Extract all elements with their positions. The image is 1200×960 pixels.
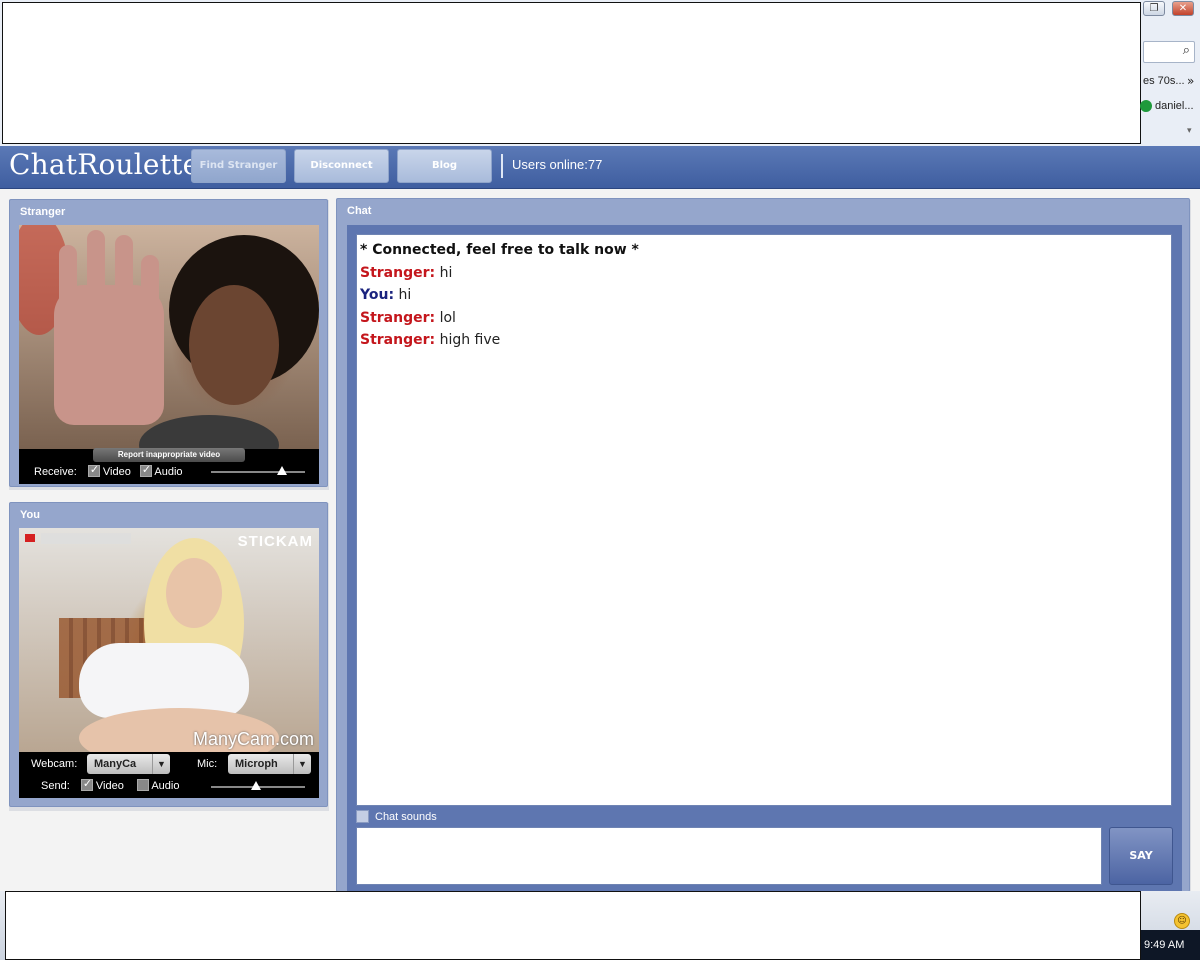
report-inappropriate-button[interactable]: Report inappropriate video [93,448,245,462]
receive-audio-label: Audio [154,466,183,478]
chat-sounds-label: Chat sounds [375,810,437,823]
flag-icon [25,534,35,542]
chevron-down-icon[interactable]: ▼ [152,754,170,774]
receive-audio-checkbox[interactable] [139,463,152,477]
send-label: Send: [41,780,70,792]
stranger-panel: Stranger Report inappropriate video Rece… [9,199,328,487]
chat-message-text: hi [435,264,453,281]
chat-message-input[interactable] [356,827,1102,885]
chat-panel: Chat * Connected, feel free to talk now … [336,198,1190,892]
chat-sounds-checkbox[interactable] [356,810,369,823]
your-video: STICKAM ManyCam.com [19,528,319,752]
header-divider [501,154,503,178]
mic-label: Mic: [197,758,218,770]
mic-select[interactable]: Microph ▼ [228,754,311,774]
stranger-video [19,225,319,449]
chat-message: Stranger: high five [360,329,1168,352]
you-panel-title: You [20,509,40,521]
chat-message: You: hi [360,284,1168,307]
chat-message-sender: You: [360,287,395,303]
send-video-label: Video [95,780,124,792]
smiley-icon[interactable]: ☺ [1174,913,1190,929]
you-panel: You STICKAM ManyCam.com Webcam: ManyCa ▼… [9,502,328,807]
message-list: Stranger: hi You: hi Stranger: lol Stranger… [360,262,1168,352]
system-message: * Connected, feel free to talk now * [360,242,639,258]
chat-message-sender: Stranger: [360,332,436,348]
send-volume-thumb[interactable] [251,781,262,790]
restore-window-button[interactable]: ❐ [1143,1,1165,16]
users-online-count: Users online:77 [512,157,603,172]
browser-chrome-bottom: ☺ 9:49 AM [0,891,1200,960]
stranger-controls: Report inappropriate video Receive: Vide… [19,448,319,484]
chevron-down-icon[interactable]: ▾ [1187,126,1192,136]
close-window-button[interactable]: ✕ [1172,1,1194,16]
receive-volume-thumb[interactable] [276,466,287,475]
manycam-watermark: ManyCam.com [192,729,314,749]
site-logo[interactable]: ChatRoulette [9,148,199,181]
receive-label: Receive: [34,466,77,478]
send-audio-label: Audio [151,780,180,792]
user-label: daniel... [1155,100,1194,112]
browser-search-box[interactable]: ⌕ [1143,41,1195,63]
favorites-more-chevron[interactable]: » [1187,74,1194,88]
receive-video-checkbox[interactable] [87,463,100,477]
redacted-area-top [2,2,1141,144]
chevron-down-icon[interactable]: ▼ [293,754,311,774]
disconnect-button[interactable]: Disconnect [294,149,389,183]
user-status-icon [1140,100,1152,112]
chat-message: Stranger: lol [360,307,1168,330]
taskbar-clock: 9:49 AM [1141,930,1200,960]
browser-user-menu[interactable]: daniel... [1140,100,1194,112]
blog-button[interactable]: Blog [397,149,492,183]
receive-video-label: Video [102,466,131,478]
say-button[interactable]: SAY [1109,827,1173,885]
chat-message-sender: Stranger: [360,309,436,326]
stickam-watermark: STICKAM [237,533,313,550]
favorites-item[interactable]: es 70s... [1143,75,1185,87]
receive-volume-slider[interactable] [211,466,305,475]
chat-log[interactable]: * Connected, feel free to talk now * Str… [356,234,1172,806]
site-header: ChatRoulette Find Stranger Disconnect Bl… [0,146,1200,189]
send-video-checkbox[interactable] [80,777,93,791]
chat-message-text: hi [394,287,412,303]
send-volume-slider[interactable] [211,781,305,790]
chat-message: Stranger: hi [360,262,1168,285]
redacted-username [41,533,131,544]
clothing [79,643,249,718]
webcam-select-value: ManyCa [94,758,137,770]
find-stranger-button[interactable]: Find Stranger [191,149,286,183]
redacted-area-bottom [5,891,1141,960]
chat-message-text: lol [435,309,456,326]
stranger-panel-title: Stranger [20,206,66,218]
chat-message-text: high five [435,332,501,348]
search-icon[interactable]: ⌕ [1183,43,1190,58]
you-controls: Webcam: ManyCa ▼ Mic: Microph ▼ Send: Vi… [19,752,319,798]
chat-message-sender: Stranger: [360,264,436,281]
send-audio-checkbox[interactable] [136,779,149,791]
webcam-select[interactable]: ManyCa ▼ [87,754,170,774]
browser-chrome-top: ❐ ✕ ⌕ es 70s... » daniel... ▾ [0,0,1200,146]
mic-select-value: Microph [235,758,278,770]
chat-panel-title: Chat [347,205,372,217]
chat-sounds-toggle[interactable]: Chat sounds [356,810,437,823]
webcam-label: Webcam: [31,758,78,770]
